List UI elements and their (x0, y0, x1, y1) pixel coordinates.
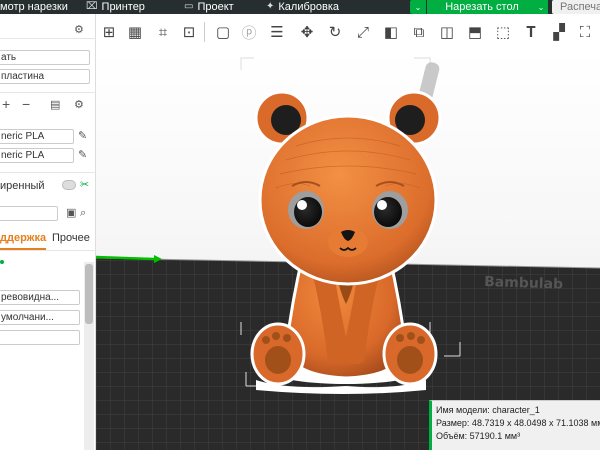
arrange-icon[interactable]: ⊡ (178, 22, 200, 42)
status-dot (0, 260, 4, 264)
lock-plate-icon[interactable]: ▢ (212, 22, 234, 42)
split-icon[interactable]: ⬒ (464, 22, 486, 42)
advanced-mode-toggle[interactable] (62, 180, 76, 190)
model-volume-text: Объём: 57190.1 мм³ (436, 431, 521, 441)
model-size-text: Размер: 48.7319 x 48.0498 x 71.1038 мм (436, 418, 600, 428)
3d-viewport[interactable]: Bambulab (96, 50, 600, 450)
tab-support[interactable]: ддержка (0, 232, 46, 244)
settings-tabs: ддержка Прочее (0, 230, 96, 250)
printer-select[interactable]: ать (0, 50, 90, 65)
measure-icon[interactable]: ⬚ (492, 22, 514, 42)
plate-settings-icon[interactable]: ⓟ (238, 22, 260, 42)
bear-model[interactable] (250, 90, 442, 394)
scale-icon[interactable]: ⤢ (352, 22, 374, 42)
support-option-field[interactable] (0, 330, 80, 345)
remove-filament-icon[interactable]: − (22, 97, 30, 111)
model-info-panel: Имя модели: character_1 Размер: 48.7319 … (429, 400, 600, 450)
panel-scrollbar-thumb[interactable] (85, 264, 93, 324)
tab-project-label: Проект (197, 1, 234, 13)
lay-on-face-icon[interactable]: ◧ (380, 22, 402, 42)
color-paint-icon[interactable]: ⛶ (574, 22, 596, 42)
tab-calibration[interactable]: ✦ Калибровка (266, 0, 339, 14)
gear-icon[interactable]: ⚙ (74, 24, 84, 36)
advanced-mode-label: иренный (0, 180, 45, 192)
cut-icon[interactable]: ⧉ (408, 22, 430, 42)
project-icon: ▭ (184, 1, 194, 12)
divider (0, 92, 96, 93)
slice-dropdown-button[interactable]: ⌄ (410, 0, 426, 14)
tab-other[interactable]: Прочее (52, 232, 90, 244)
tab-printer-label: Принтер (101, 1, 145, 13)
divider (0, 250, 96, 251)
save-icon[interactable]: ▣ (66, 207, 76, 219)
left-settings-panel: ⚙ ать пластина + − ▤ ⚙ neric PLA ✎ neric… (0, 14, 96, 450)
layers-icon[interactable]: ☰ (266, 22, 288, 42)
plate-type-select[interactable]: пластина (0, 69, 90, 84)
add-object-icon[interactable]: ⊞ (98, 22, 120, 42)
tab-slice-preview-label: мотр нарезки (0, 1, 68, 13)
search-icon[interactable]: ⌕ (80, 207, 86, 219)
tab-printer[interactable]: ⌧ Принтер (86, 0, 145, 14)
support-type-select[interactable]: ревовидна... (0, 290, 80, 305)
slice-plate-button[interactable]: Нарезать стол (427, 0, 537, 14)
chevron-down-icon: ⌄ (537, 2, 545, 12)
text-icon[interactable]: 𝐓 (520, 22, 542, 42)
scene-canvas: Bambulab (96, 57, 600, 450)
model-name-text: Имя модели: character_1 (436, 405, 540, 415)
support-paint-icon[interactable]: ▞ (548, 22, 570, 42)
filament-sync-icon[interactable]: ▤ (50, 99, 60, 111)
compare-icon[interactable]: ✂ (80, 179, 89, 191)
support-style-select[interactable]: умолчани... (0, 310, 80, 325)
printer-icon: ⌧ (86, 1, 98, 12)
boolean-icon[interactable]: ◫ (436, 22, 458, 42)
settings-search-input[interactable] (0, 206, 58, 221)
plate-brand-text: Bambulab (484, 274, 563, 293)
add-filament-icon[interactable]: + (2, 97, 10, 111)
filament-2-select[interactable]: neric PLA (0, 148, 74, 163)
slice-group: ⌄ Нарезать стол (410, 0, 537, 14)
chevron-down-icon: ⌄ (414, 2, 422, 12)
filament-1-select[interactable]: neric PLA (0, 129, 74, 144)
divider (0, 38, 96, 39)
tab-calibration-label: Калибровка (278, 1, 340, 13)
print-button[interactable]: Распеча (552, 0, 600, 14)
print-dropdown-button[interactable]: ⌄ (534, 0, 548, 14)
top-menu-bar: мотр нарезки ⌧ Принтер ▭ Проект ✦ Калибр… (0, 0, 600, 14)
orient-icon[interactable]: ⌗ (152, 22, 174, 42)
gear-icon[interactable]: ⚙ (74, 99, 84, 111)
edit-icon[interactable]: ✎ (78, 149, 87, 161)
divider (0, 172, 96, 173)
tab-slice-preview[interactable]: мотр нарезки (0, 0, 68, 14)
edit-icon[interactable]: ✎ (78, 130, 87, 142)
add-plate-icon[interactable]: ▦ (124, 22, 146, 42)
move-icon[interactable]: ✥ (296, 22, 318, 42)
rotate-icon[interactable]: ↻ (324, 22, 346, 42)
toolbar-separator (204, 22, 205, 42)
calibration-icon: ✦ (266, 1, 275, 12)
tab-project[interactable]: ▭ Проект (184, 0, 234, 14)
object-toolbar: ⊞ ▦ ⌗ ⊡ ▢ ⓟ ☰ ✥ ↻ ⤢ ◧ ⧉ ◫ ⬒ ⬚ 𝐓 ▞ ⛶ (96, 14, 600, 50)
